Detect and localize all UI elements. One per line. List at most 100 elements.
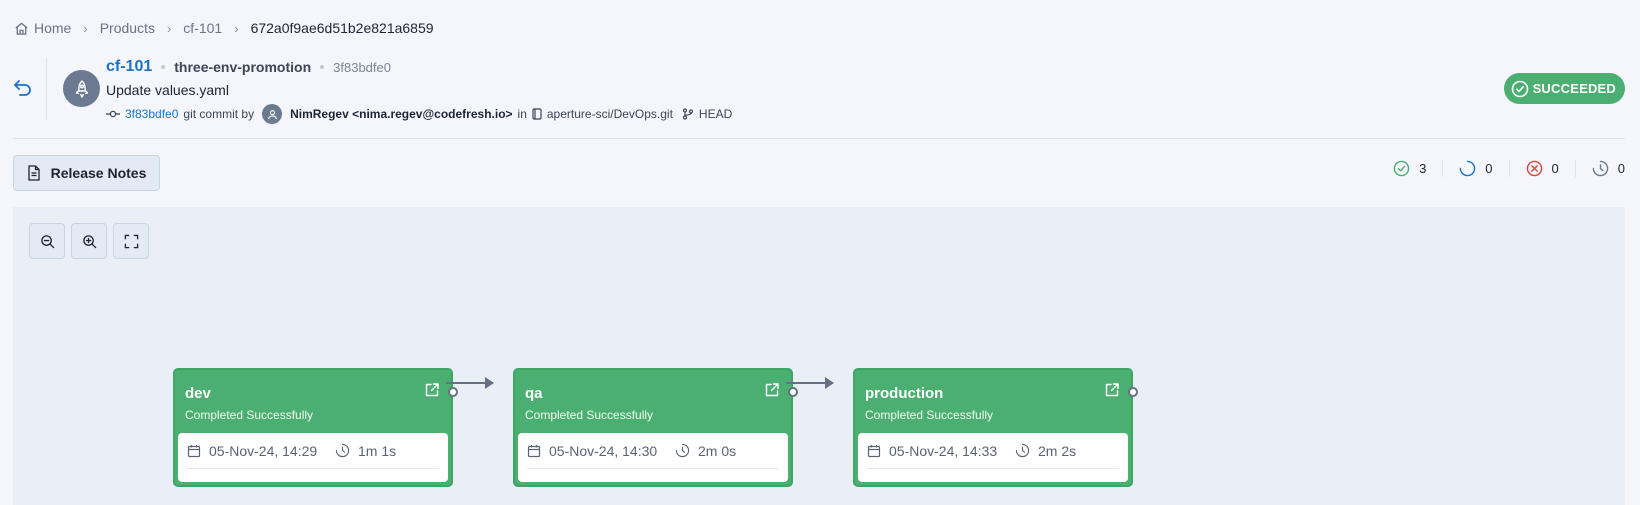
open-external-button[interactable] — [424, 382, 440, 398]
header-divider — [46, 58, 47, 120]
output-handle[interactable] — [448, 387, 458, 397]
undo-arrow-icon — [14, 80, 31, 96]
env-duration: 1m 1s — [335, 443, 396, 459]
env-name: dev — [185, 385, 211, 402]
clock-icon — [335, 443, 350, 458]
pipeline-name: three-env-promotion — [174, 59, 312, 75]
commit-text: git commit by — [183, 107, 255, 121]
chevron-right-icon: › — [234, 20, 239, 36]
repo-icon — [532, 108, 542, 120]
env-date-value: 05-Nov-24, 14:29 — [209, 442, 318, 459]
env-timing-row: 05-Nov-24, 14:33 2m 2s — [867, 433, 1119, 469]
status-badge: SUCCEEDED — [1503, 73, 1625, 104]
env-details: 05-Nov-24, 14:30 2m 0s — [518, 433, 788, 482]
failed-counter[interactable]: 0 — [1508, 160, 1575, 177]
branch-icon — [682, 108, 694, 120]
home-icon — [15, 21, 28, 35]
rocket-icon — [75, 79, 88, 98]
env-duration: 2m 2s — [1015, 443, 1076, 459]
env-date: 05-Nov-24, 14:33 — [867, 443, 1015, 459]
zoom-in-button[interactable] — [71, 223, 107, 259]
header-separator — [13, 138, 1625, 139]
repo-name[interactable]: aperture-sci/DevOps.git — [547, 107, 673, 121]
release-notes-label: Release Notes — [50, 165, 147, 181]
calendar-icon — [527, 444, 541, 457]
title-row: cf-101 three-env-promotion 3f83bdfe0 — [106, 58, 391, 76]
pending-count: 0 — [1617, 161, 1625, 176]
pipeline-canvas[interactable]: dev Completed Successfully 05-Nov-24, 14… — [13, 207, 1625, 505]
separator-dot — [161, 65, 166, 69]
env-date: 05-Nov-24, 14:30 — [527, 443, 675, 459]
author-name: NimRegev <nima.regev@codefresh.io> — [290, 107, 513, 121]
breadcrumb-home-label: Home — [34, 20, 72, 36]
failed-count: 0 — [1551, 161, 1559, 176]
calendar-icon — [187, 444, 201, 457]
author-avatar — [262, 104, 283, 124]
calendar-icon — [867, 444, 881, 457]
env-details: 05-Nov-24, 14:33 2m 2s — [858, 433, 1128, 482]
env-name: production — [865, 385, 944, 402]
running-counter[interactable]: 0 — [1442, 160, 1508, 177]
status-label: SUCCEEDED — [1532, 81, 1616, 96]
user-icon — [267, 109, 277, 119]
external-link-icon — [765, 383, 779, 397]
app-name-link[interactable]: cf-101 — [106, 58, 152, 76]
external-link-icon — [1105, 383, 1119, 397]
zoom-out-icon — [40, 234, 54, 248]
document-icon — [27, 165, 40, 181]
zoom-out-button[interactable] — [29, 223, 65, 259]
env-duration-value: 2m 0s — [698, 442, 737, 459]
succeeded-counter[interactable]: 3 — [1377, 160, 1442, 177]
fit-view-button[interactable] — [113, 223, 149, 259]
breadcrumb-products[interactable]: Products — [100, 20, 155, 36]
env-node-dev[interactable]: dev Completed Successfully 05-Nov-24, 14… — [173, 368, 458, 487]
breadcrumb-application[interactable]: cf-101 — [183, 20, 222, 36]
env-timing-row: 05-Nov-24, 14:29 1m 1s — [187, 433, 439, 469]
open-external-button[interactable] — [1104, 382, 1120, 398]
env-date-value: 05-Nov-24, 14:30 — [549, 442, 658, 459]
env-duration: 2m 0s — [675, 443, 736, 459]
running-count: 0 — [1485, 161, 1493, 176]
succeeded-count: 3 — [1419, 161, 1427, 176]
env-node-production[interactable]: production Completed Successfully 05-Nov… — [853, 368, 1138, 487]
in-text: in — [517, 107, 527, 121]
chevron-right-icon: › — [166, 20, 172, 36]
clock-icon — [1592, 160, 1609, 177]
external-link-icon — [425, 383, 439, 397]
back-button[interactable] — [12, 76, 34, 98]
x-circle-icon — [1526, 160, 1542, 177]
release-notes-button[interactable]: Release Notes — [13, 155, 160, 191]
env-date-value: 05-Nov-24, 14:33 — [889, 442, 998, 459]
commit-sha-link[interactable]: 3f83bdfe0 — [125, 107, 178, 121]
chevron-right-icon: › — [83, 20, 88, 36]
env-date: 05-Nov-24, 14:29 — [187, 443, 335, 459]
commit-icon — [106, 110, 120, 118]
git-ref: HEAD — [698, 107, 733, 121]
breadcrumb-home[interactable]: Home — [14, 20, 71, 36]
spinner-icon — [1460, 160, 1476, 177]
zoom-in-icon — [82, 234, 96, 248]
env-timing-row: 05-Nov-24, 14:30 2m 0s — [527, 433, 779, 469]
release-sha: 3f83bdfe0 — [333, 59, 391, 75]
clock-icon — [675, 443, 690, 458]
breadcrumb-current: 672a0f9ae6d51b2e821a6859 — [250, 20, 434, 36]
env-node-qa[interactable]: qa Completed Successfully 05-Nov-24, 14:… — [513, 368, 798, 487]
fit-screen-icon — [124, 234, 138, 248]
env-status: Completed Successfully — [865, 408, 994, 422]
open-external-button[interactable] — [764, 382, 780, 398]
env-details: 05-Nov-24, 14:29 1m 1s — [178, 433, 448, 482]
check-circle-icon — [1393, 160, 1410, 177]
separator-dot — [320, 65, 325, 69]
env-name: qa — [525, 385, 543, 402]
check-circle-icon — [1511, 80, 1528, 97]
output-handle[interactable] — [1128, 387, 1138, 397]
breadcrumb: Home › Products › cf-101 › 672a0f9ae6d51… — [14, 20, 434, 36]
output-handle[interactable] — [788, 387, 798, 397]
commit-message: Update values.yaml — [106, 82, 229, 98]
clock-icon — [1015, 443, 1030, 458]
env-duration-value: 1m 1s — [358, 442, 397, 459]
product-avatar — [63, 70, 100, 107]
env-status: Completed Successfully — [185, 408, 314, 422]
commit-meta: 3f83bdfe0 git commit by NimRegev <nima.r… — [106, 104, 732, 124]
pending-counter[interactable]: 0 — [1574, 160, 1625, 177]
